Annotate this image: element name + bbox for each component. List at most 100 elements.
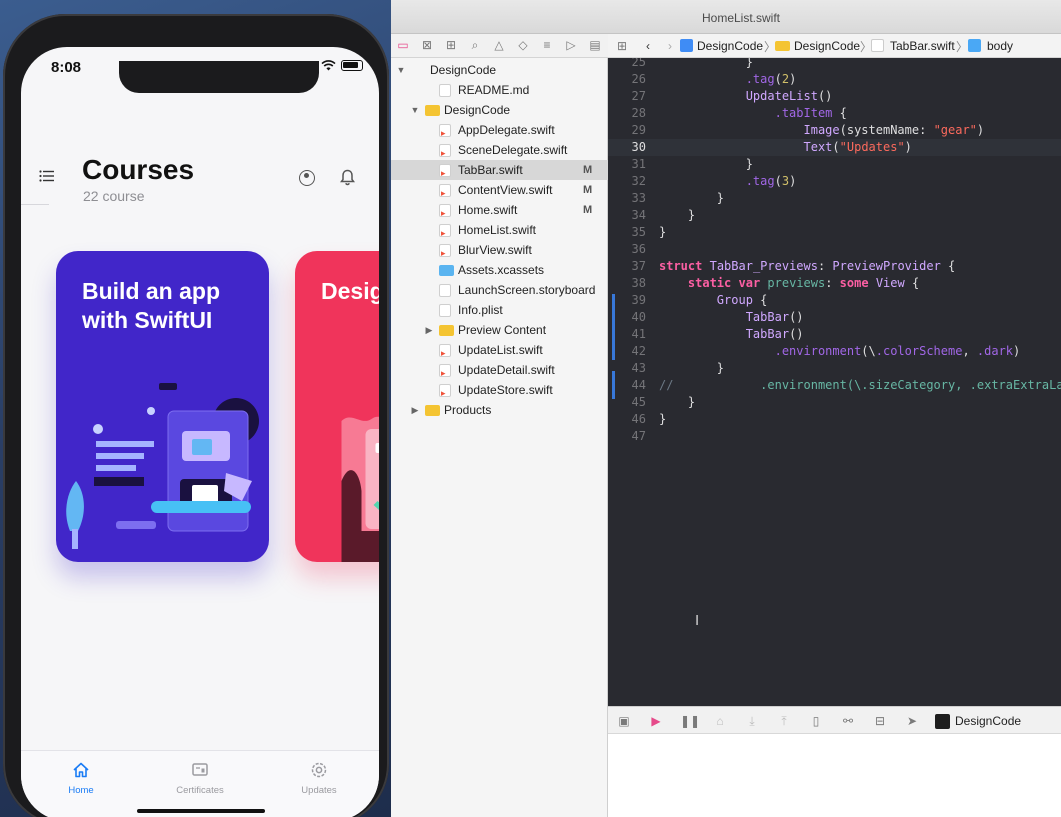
debug-navigator-icon[interactable]: ≡ [539,37,555,53]
line-number: 34 [631,208,646,222]
step-out-icon[interactable]: ⤒ [776,713,792,729]
related-items-icon[interactable]: ⊞ [614,38,630,54]
step-into-icon[interactable]: ⤓ [744,713,760,729]
navigator-row[interactable]: ▼ DesignCode [391,60,608,80]
test-navigator-icon[interactable]: ◇ [515,37,531,53]
navigator-row[interactable]: ContentView.swift M [391,180,608,203]
course-card-swiftui[interactable]: Build an app with SwiftUI [56,251,269,562]
home-indicator[interactable] [137,809,265,813]
navigator-row[interactable]: LaunchScreen.storyboard [391,280,608,300]
code-line[interactable]: 44 // .environment(\.sizeCategory, .extra… [608,377,1061,394]
modified-badge: M [583,184,593,196]
disclosure-closed-icon[interactable]: ▶ [424,320,434,340]
navigator-row[interactable]: README.md [391,80,608,100]
window-titlebar[interactable]: HomeList.swift [391,0,1061,34]
tab-home[interactable]: Home [41,761,121,796]
code-line[interactable]: 41 TabBar() [608,326,1061,343]
issue-navigator-icon[interactable]: △ [491,37,507,53]
code-line[interactable]: 47 [608,428,1061,445]
navigator-row[interactable]: ▼ DesignCode [391,100,608,120]
disclosure-open-icon[interactable]: ▼ [410,100,420,120]
course-card-design[interactable]: Design Course [295,251,379,562]
code-line[interactable]: 27 UpdateList() [608,88,1061,105]
step-over-icon[interactable]: ⌂ [712,713,728,729]
debug-target-name[interactable]: DesignCode [955,714,1021,728]
notification-button[interactable] [340,169,356,187]
code-line[interactable]: 35} [608,224,1061,241]
jumpbar-symbol[interactable]: body [987,39,1013,53]
jumpbar-file[interactable]: TabBar.swift [890,39,955,53]
code-line[interactable]: 39 Group { [608,292,1061,309]
line-number: 38 [631,276,646,290]
memory-graph-icon[interactable]: ⚯ [840,713,856,729]
tab-label: Home [68,785,94,796]
navigator-row[interactable]: UpdateList.swift [391,340,608,363]
simulate-location-icon[interactable]: ➤ [904,713,920,729]
tab-certificates[interactable]: Certificates [160,761,240,796]
code-line[interactable]: 31 } [608,156,1061,173]
menu-button[interactable] [39,169,59,189]
hide-debug-area-icon[interactable]: ▣ [616,713,632,729]
symbol-navigator-icon[interactable]: ⊞ [443,37,459,53]
jumpbar-project[interactable]: DesignCode [697,39,763,53]
code-line[interactable]: 30 Text("Updates") [608,139,1061,156]
code-line[interactable]: 33 } [608,190,1061,207]
navigator-row-label: UpdateList.swift [458,343,543,357]
report-navigator-icon[interactable]: ▤ [587,37,603,53]
breakpoint-navigator-icon[interactable]: ▷ [563,37,579,53]
breakpoints-toggle-icon[interactable]: ▶ [648,713,664,729]
navigator-row[interactable]: SceneDelegate.swift [391,140,608,163]
code-line[interactable]: 43 } [608,360,1061,377]
code-line[interactable]: 29 Image(systemName: "gear") [608,122,1061,139]
code-line[interactable]: 36 [608,241,1061,258]
navigator-row[interactable]: ▶ Products [391,400,608,420]
course-card-title: Design Course [321,278,379,304]
navigator-row[interactable]: AppDelegate.swift [391,120,608,143]
find-navigator-icon[interactable]: ⌕ [467,37,483,53]
navigator-row[interactable]: UpdateDetail.swift [391,360,608,383]
code-line[interactable]: 45 } [608,394,1061,411]
project-navigator-icon[interactable]: ▭ [395,37,411,53]
code-line[interactable]: 42 .environment(\.colorScheme, .dark) [608,343,1061,360]
forward-button[interactable]: › [662,38,678,54]
code-line[interactable]: 28 .tabItem { [608,105,1061,122]
navigator-row[interactable]: Home.swift M [391,200,608,223]
line-number: 26 [631,72,646,86]
debug-console-area[interactable] [608,734,1061,817]
screen-root: 8:08 Courses 22 course Build an app with… [0,0,1061,817]
navigator-row-label: UpdateStore.swift [458,383,553,397]
disclosure-open-icon[interactable]: ▼ [396,60,406,80]
back-button[interactable]: ‹ [640,38,656,54]
navigator-row[interactable]: BlurView.swift [391,240,608,263]
navigator-row-label: DesignCode [444,103,511,117]
code-line[interactable]: 34 } [608,207,1061,224]
code-editor[interactable]: I 25 } 26 .tag(2) 27 UpdateList() 28 .tabIt… [608,58,1061,706]
code-text: } [659,208,696,222]
source-control-navigator-icon[interactable]: ⊠ [419,37,435,53]
code-line[interactable]: 25 } [608,58,1061,71]
environment-overrides-icon[interactable]: ⊟ [872,713,888,729]
navigator-row[interactable]: UpdateStore.swift [391,380,608,403]
code-line[interactable]: 37 struct TabBar_Previews: PreviewProvide… [608,258,1061,275]
avatar-button[interactable] [299,170,315,186]
code-line[interactable]: 26 .tag(2) [608,71,1061,88]
disclosure-closed-icon[interactable]: ▶ [410,400,420,420]
code-line[interactable]: 46} [608,411,1061,428]
navigator-row[interactable]: Assets.xcassets [391,260,608,280]
swift-icon [439,363,451,383]
code-line[interactable]: 40 TabBar() [608,309,1061,326]
view-debugger-icon[interactable]: ▯ [808,713,824,729]
navigator-row[interactable]: ▶ Preview Content [391,320,608,340]
code-line[interactable]: 32 .tag(3) [608,173,1061,190]
code-line[interactable]: 38 static var previews: some View { [608,275,1061,292]
card-illustration [341,416,379,562]
jumpbar-group[interactable]: DesignCode [794,39,860,53]
tab-updates[interactable]: Updates [279,761,359,796]
certificate-icon [192,763,208,776]
navigator-row[interactable]: Info.plist [391,300,608,320]
line-number: 43 [631,361,646,375]
navigator-row[interactable]: HomeList.swift [391,220,608,243]
navigator-row[interactable]: TabBar.swift M [391,160,608,183]
swift-icon [439,183,451,203]
pause-icon[interactable]: ❚❚ [680,713,700,729]
